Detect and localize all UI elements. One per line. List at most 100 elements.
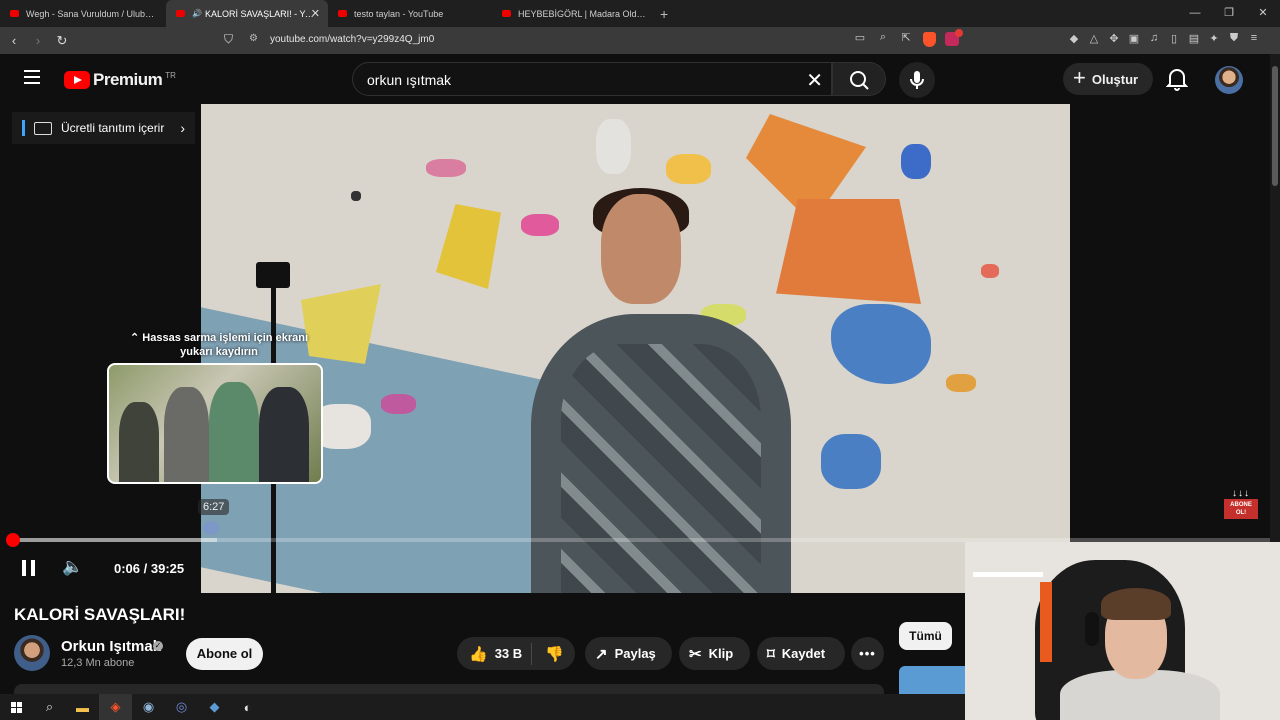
- share-arrow-icon: ↗: [595, 645, 608, 663]
- close-window-button[interactable]: ✕: [1246, 0, 1280, 27]
- channel-avatar[interactable]: [14, 635, 50, 671]
- notifications-bell-icon[interactable]: [1166, 67, 1188, 91]
- youtube-premium-logo[interactable]: Premium TR: [64, 70, 176, 90]
- browser-tab[interactable]: Wegh - Sana Vuruldum / Ulubatlı Ha: [0, 0, 166, 27]
- volume-icon[interactable]: 🔈: [62, 557, 83, 577]
- extension-icon[interactable]: △: [1086, 32, 1102, 45]
- app-icon[interactable]: ◐: [231, 694, 264, 720]
- share-page-icon[interactable]: ⇱: [898, 31, 914, 44]
- back-icon[interactable]: ‹: [4, 33, 24, 48]
- leo-ai-icon[interactable]: ✦: [1206, 32, 1222, 45]
- like-button[interactable]: 👍 33 B: [457, 642, 532, 665]
- verified-check-icon: ✓: [153, 641, 163, 651]
- extension-icon[interactable]: ▣: [1126, 32, 1142, 45]
- music-icon[interactable]: ♫: [1146, 32, 1162, 45]
- steam-icon[interactable]: ◉: [132, 694, 165, 720]
- extension-icon[interactable]: ◆: [1066, 32, 1082, 45]
- menu-icon[interactable]: ≡: [1246, 32, 1262, 45]
- video-player[interactable]: [201, 104, 1070, 593]
- create-button[interactable]: + Oluştur: [1063, 63, 1153, 95]
- scissors-icon: ✂: [689, 645, 702, 663]
- like-dislike-group: 👍 33 B 👎: [457, 637, 575, 670]
- climbing-hold: [666, 154, 711, 184]
- forward-icon[interactable]: ›: [28, 33, 48, 48]
- climbing-volume: [436, 204, 501, 289]
- file-explorer-icon[interactable]: ▬: [66, 694, 99, 720]
- voice-search-button[interactable]: [899, 62, 935, 98]
- browser-tab[interactable]: HEYBEBİGÖRL | Madara Olduk #627: [492, 0, 656, 27]
- climbing-volume: [831, 304, 931, 384]
- paid-promotion-badge[interactable]: Ücretli tanıtım içerir ›: [12, 112, 195, 144]
- related-filter-chip-all[interactable]: Tümü: [899, 622, 952, 650]
- puzzle-extensions-icon[interactable]: ✥: [1106, 32, 1122, 45]
- logo-text: Premium: [93, 70, 163, 89]
- search-icon: [850, 71, 869, 90]
- accent-bar: [22, 120, 25, 136]
- guide-menu-icon[interactable]: [24, 70, 40, 84]
- pause-icon: [22, 560, 26, 576]
- youtube-header: Premium TR orkun ışıtmak ✕ + Oluştur: [0, 54, 1280, 104]
- wallet-icon[interactable]: ▤: [1186, 32, 1202, 45]
- dislike-button[interactable]: 👎: [532, 645, 564, 663]
- start-button[interactable]: [0, 694, 33, 720]
- climbing-hold: [821, 434, 881, 489]
- share-label: Paylaş: [614, 646, 656, 661]
- minimize-button[interactable]: —: [1178, 0, 1212, 27]
- subscribe-button[interactable]: Abone ol: [186, 638, 263, 670]
- channel-name[interactable]: Orkun Işıtmak: [61, 638, 161, 655]
- description-box[interactable]: [14, 684, 884, 694]
- audio-playing-icon[interactable]: 🔊: [192, 9, 202, 18]
- subscribe-animation[interactable]: ↓↓↓ ABONE OL!: [1224, 488, 1258, 522]
- climbing-volume: [776, 199, 921, 304]
- app-icon[interactable]: ◆: [198, 694, 231, 720]
- url-field[interactable]: youtube.com/watch?v=y299z4Q_jm0: [270, 34, 434, 45]
- subscribe-animation-label: ABONE OL!: [1224, 499, 1258, 519]
- clear-search-icon[interactable]: ✕: [806, 68, 823, 93]
- discord-icon[interactable]: ◎: [165, 694, 198, 720]
- share-button[interactable]: ↗ Paylaş: [585, 637, 672, 670]
- notification-dot-icon: [955, 29, 963, 37]
- bookmark-icon[interactable]: ⛉: [224, 32, 233, 47]
- brave-browser-icon[interactable]: ◈: [99, 694, 132, 720]
- climbing-hold: [426, 159, 466, 177]
- plus-icon: +: [1073, 65, 1086, 90]
- account-avatar[interactable]: [1215, 66, 1243, 94]
- windows-taskbar: ⌕ ▬ ◈ ◉ ◎ ◆ ◐: [0, 694, 965, 720]
- scrollbar-thumb[interactable]: [1272, 66, 1278, 186]
- extensions-toolbar: ◆ △ ✥ ▣ ♫ ▯ ▤ ✦ ⛊ ≡: [1066, 32, 1262, 45]
- search-button[interactable]: [832, 62, 886, 96]
- chevron-right-icon: ›: [180, 120, 185, 136]
- browser-tab[interactable]: testo taylan - YouTube: [328, 0, 492, 27]
- restore-button[interactable]: ❐: [1212, 0, 1246, 27]
- clip-button[interactable]: ✂ Klip: [679, 637, 750, 670]
- buffered-bar: [12, 538, 218, 542]
- site-info-icon[interactable]: ⚙: [249, 33, 258, 44]
- climbing-hold: [351, 191, 361, 201]
- vpn-icon[interactable]: ⛊: [1226, 32, 1242, 45]
- brave-rewards-icon[interactable]: [945, 29, 963, 46]
- climbing-hold: [596, 119, 631, 174]
- recommended-video-thumbnail[interactable]: [899, 666, 969, 694]
- tab-title: testo taylan - YouTube: [354, 8, 444, 19]
- pause-button[interactable]: [22, 560, 36, 576]
- brave-shields-icon[interactable]: [923, 32, 936, 47]
- microphone-icon: [910, 71, 924, 89]
- search-input[interactable]: orkun ışıtmak ✕: [352, 62, 832, 96]
- clip-label: Klip: [708, 646, 734, 661]
- close-tab-icon[interactable]: ✕: [311, 7, 320, 20]
- cast-icon[interactable]: ▭: [852, 31, 868, 44]
- youtube-favicon-icon: [176, 10, 185, 17]
- new-tab-button[interactable]: +: [660, 6, 668, 22]
- sidebar-icon[interactable]: ▯: [1166, 32, 1182, 45]
- zoom-icon[interactable]: ⌕: [875, 31, 891, 44]
- down-arrows-icon: ↓↓↓: [1232, 488, 1250, 499]
- pointer-cursor-icon: [203, 521, 219, 535]
- save-button[interactable]: ⌑ Kaydet: [757, 637, 845, 670]
- scrubber-handle[interactable]: [6, 533, 20, 547]
- more-dots-icon: •••: [859, 646, 876, 661]
- search-taskbar-icon[interactable]: ⌕: [33, 694, 66, 720]
- more-actions-button[interactable]: •••: [851, 637, 884, 670]
- reload-icon[interactable]: ↻: [52, 33, 72, 49]
- youtube-favicon-icon: [10, 10, 19, 17]
- browser-tab-active[interactable]: 🔊 KALORİ SAVAŞLARI! - YouTube ✕: [166, 0, 328, 27]
